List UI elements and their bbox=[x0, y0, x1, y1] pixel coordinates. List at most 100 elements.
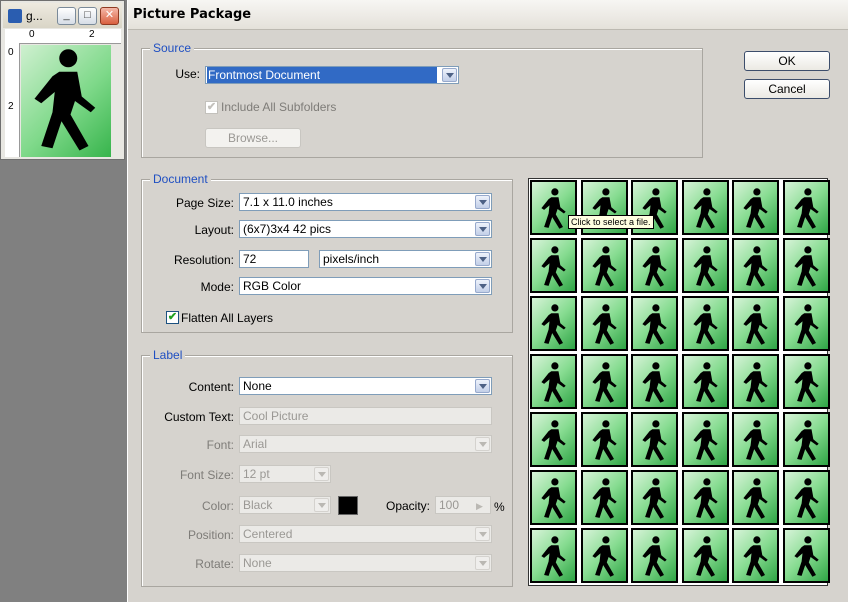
preview-tile[interactable] bbox=[530, 412, 577, 467]
minimize-icon[interactable]: _ bbox=[57, 7, 76, 25]
preview-tile[interactable] bbox=[782, 528, 830, 583]
chevron-down-icon[interactable] bbox=[314, 498, 329, 512]
include-subfolders-checkbox[interactable]: ✔ bbox=[205, 101, 218, 114]
layout-select[interactable]: (6x7)3x4 42 pics bbox=[239, 220, 492, 238]
preview-tile[interactable] bbox=[631, 528, 678, 583]
color-swatch[interactable] bbox=[338, 496, 358, 515]
resolution-unit-select[interactable]: pixels/inch bbox=[319, 250, 492, 268]
preview-tile[interactable] bbox=[530, 470, 577, 525]
chevron-down-icon[interactable] bbox=[314, 467, 329, 481]
opacity-input[interactable]: 100 ▶ bbox=[435, 496, 491, 514]
walking-man-icon bbox=[541, 478, 566, 519]
use-select[interactable]: Frontmost Document bbox=[205, 66, 459, 84]
walking-man-icon bbox=[692, 304, 718, 345]
font-size-value: 12 pt bbox=[243, 467, 270, 481]
preview-tile[interactable] bbox=[681, 528, 729, 583]
rotate-select[interactable]: None bbox=[239, 554, 492, 572]
walking-man-icon bbox=[541, 362, 566, 403]
preview-tile[interactable] bbox=[782, 180, 830, 235]
chevron-down-icon[interactable] bbox=[475, 252, 490, 266]
chevron-right-icon[interactable]: ▶ bbox=[476, 498, 488, 512]
preview-tile[interactable] bbox=[580, 238, 628, 293]
preview-tile[interactable] bbox=[681, 296, 729, 351]
walking-man-icon bbox=[692, 188, 718, 229]
preview-tile[interactable] bbox=[580, 470, 628, 525]
walking-man-icon bbox=[793, 362, 819, 403]
walking-man-icon bbox=[692, 536, 718, 577]
preview-tile[interactable] bbox=[681, 238, 729, 293]
walking-man-icon bbox=[793, 478, 819, 519]
preview-tile[interactable] bbox=[580, 412, 628, 467]
preview-tile[interactable] bbox=[681, 470, 729, 525]
chevron-down-icon[interactable] bbox=[475, 195, 490, 209]
dialog-title-bar[interactable]: Picture Package bbox=[128, 0, 848, 30]
preview-tile[interactable] bbox=[631, 470, 678, 525]
preview-tile[interactable] bbox=[681, 412, 729, 467]
chevron-down-icon[interactable] bbox=[475, 527, 490, 541]
font-select[interactable]: Arial bbox=[239, 435, 492, 453]
opacity-unit: % bbox=[494, 500, 505, 514]
preview-tile[interactable] bbox=[732, 470, 779, 525]
preview-tile[interactable] bbox=[732, 528, 779, 583]
preview-tile[interactable] bbox=[782, 296, 830, 351]
preview-tile[interactable] bbox=[530, 238, 577, 293]
chevron-down-icon[interactable] bbox=[442, 68, 457, 82]
document-title-bar[interactable]: g... _ □ ✕ bbox=[3, 3, 122, 28]
preview-tile[interactable] bbox=[681, 354, 729, 409]
font-value: Arial bbox=[243, 437, 268, 451]
include-subfolders-label: Include All Subfolders bbox=[221, 100, 337, 114]
chevron-down-icon[interactable] bbox=[475, 437, 490, 451]
walking-man-icon bbox=[34, 49, 96, 151]
font-size-select[interactable]: 12 pt bbox=[239, 465, 331, 483]
walking-man-icon bbox=[743, 304, 768, 345]
walking-man-icon bbox=[591, 420, 617, 461]
preview-tile[interactable] bbox=[631, 354, 678, 409]
position-select[interactable]: Centered bbox=[239, 525, 492, 543]
preview-tile[interactable] bbox=[530, 528, 577, 583]
preview-tile[interactable] bbox=[681, 180, 729, 235]
preview-tile[interactable] bbox=[580, 354, 628, 409]
preview-tile[interactable] bbox=[631, 296, 678, 351]
color-select[interactable]: Black bbox=[239, 496, 331, 514]
mode-select[interactable]: RGB Color bbox=[239, 277, 492, 295]
ok-button[interactable]: OK bbox=[744, 51, 830, 71]
layout-preview[interactable] bbox=[528, 178, 830, 586]
walking-man-icon bbox=[642, 362, 667, 403]
preview-tile[interactable] bbox=[631, 238, 678, 293]
ruler-tick-label: 0 bbox=[8, 47, 14, 58]
page-size-select[interactable]: 7.1 x 11.0 inches bbox=[239, 193, 492, 211]
preview-tile[interactable] bbox=[580, 528, 628, 583]
color-label: Color: bbox=[201, 499, 234, 513]
preview-tile[interactable] bbox=[530, 354, 577, 409]
preview-tile[interactable] bbox=[782, 354, 830, 409]
close-icon[interactable]: ✕ bbox=[100, 7, 119, 25]
preview-tile[interactable] bbox=[732, 412, 779, 467]
resolution-input[interactable]: 72 bbox=[239, 250, 309, 268]
preview-tile[interactable] bbox=[732, 296, 779, 351]
flatten-layers-checkbox[interactable]: ✔ bbox=[166, 311, 179, 324]
preview-tile[interactable] bbox=[782, 238, 830, 293]
preview-tile[interactable] bbox=[580, 296, 628, 351]
preview-tile[interactable] bbox=[530, 296, 577, 351]
chevron-down-icon[interactable] bbox=[475, 222, 490, 236]
custom-text-input[interactable]: Cool Picture bbox=[239, 407, 492, 425]
preview-tile[interactable] bbox=[732, 354, 779, 409]
photoshop-icon bbox=[8, 9, 22, 23]
browse-button[interactable]: Browse... bbox=[205, 128, 301, 148]
content-value: None bbox=[243, 379, 272, 393]
preview-tile[interactable] bbox=[782, 470, 830, 525]
chevron-down-icon[interactable] bbox=[475, 379, 490, 393]
walking-man-icon bbox=[541, 304, 566, 345]
preview-tile[interactable] bbox=[782, 412, 830, 467]
content-select[interactable]: None bbox=[239, 377, 492, 395]
cancel-button[interactable]: Cancel bbox=[744, 79, 830, 99]
preview-tile[interactable] bbox=[732, 238, 779, 293]
preview-tile[interactable] bbox=[631, 412, 678, 467]
preview-tile[interactable] bbox=[732, 180, 779, 235]
maximize-icon[interactable]: □ bbox=[78, 7, 97, 25]
document-legend: Document bbox=[150, 172, 211, 186]
chevron-down-icon[interactable] bbox=[475, 556, 490, 570]
walking-man-icon bbox=[793, 246, 819, 287]
chevron-down-icon[interactable] bbox=[475, 279, 490, 293]
walking-man-icon bbox=[642, 304, 667, 345]
